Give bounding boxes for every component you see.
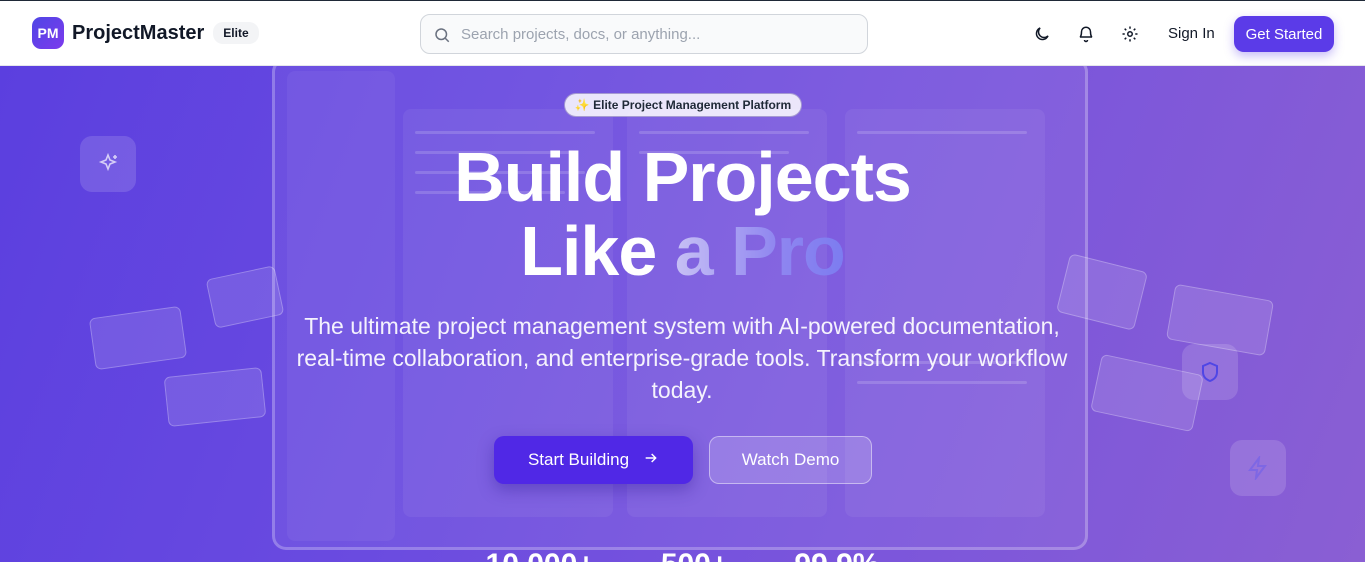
moon-icon[interactable] [1032,24,1052,44]
lightning-icon [1230,440,1286,496]
arrow-right-icon [643,450,659,471]
gear-icon[interactable] [1120,24,1140,44]
mockup-line [415,131,595,134]
shield-icon [1182,344,1238,400]
brand-name[interactable]: ProjectMaster [72,22,204,45]
floating-card [88,305,188,371]
hero-subtitle: The ultimate project management system w… [296,313,1068,403]
mockup-line [639,131,809,134]
hero-title-line2: Like a Pro [0,212,1365,290]
stat-value: 10,000+ [486,548,595,562]
watch-demo-button[interactable]: Watch Demo [709,436,872,484]
hero-section: ✨ Elite Project Management Platform Buil… [0,66,1365,562]
floating-card [163,367,267,427]
start-building-button[interactable]: Start Building [494,436,693,484]
stat-value: 500+ [661,548,729,562]
stat-value: 99.9% [794,548,879,562]
search-input[interactable] [461,25,867,43]
top-navbar: PM ProjectMaster Elite Sign In Get Start… [0,0,1365,66]
get-started-button[interactable]: Get Started [1234,16,1334,52]
hero-title-gradient: a Pro [674,212,846,290]
elite-badge: Elite [213,22,259,44]
hero-title-line1: Build Projects [454,138,912,216]
mockup-line [857,131,1027,134]
logo-mark[interactable]: PM [32,17,64,49]
search-bar[interactable] [420,14,868,54]
platform-pill-badge: ✨ Elite Project Management Platform [564,93,802,117]
sign-in-link[interactable]: Sign In [1168,25,1215,42]
start-building-label: Start Building [527,450,630,469]
bell-icon[interactable] [1076,24,1096,44]
stats-row: 10,000+ 500+ 99.9% [0,548,1365,562]
hero-title-plain: Like [520,212,675,290]
search-icon [433,26,451,49]
